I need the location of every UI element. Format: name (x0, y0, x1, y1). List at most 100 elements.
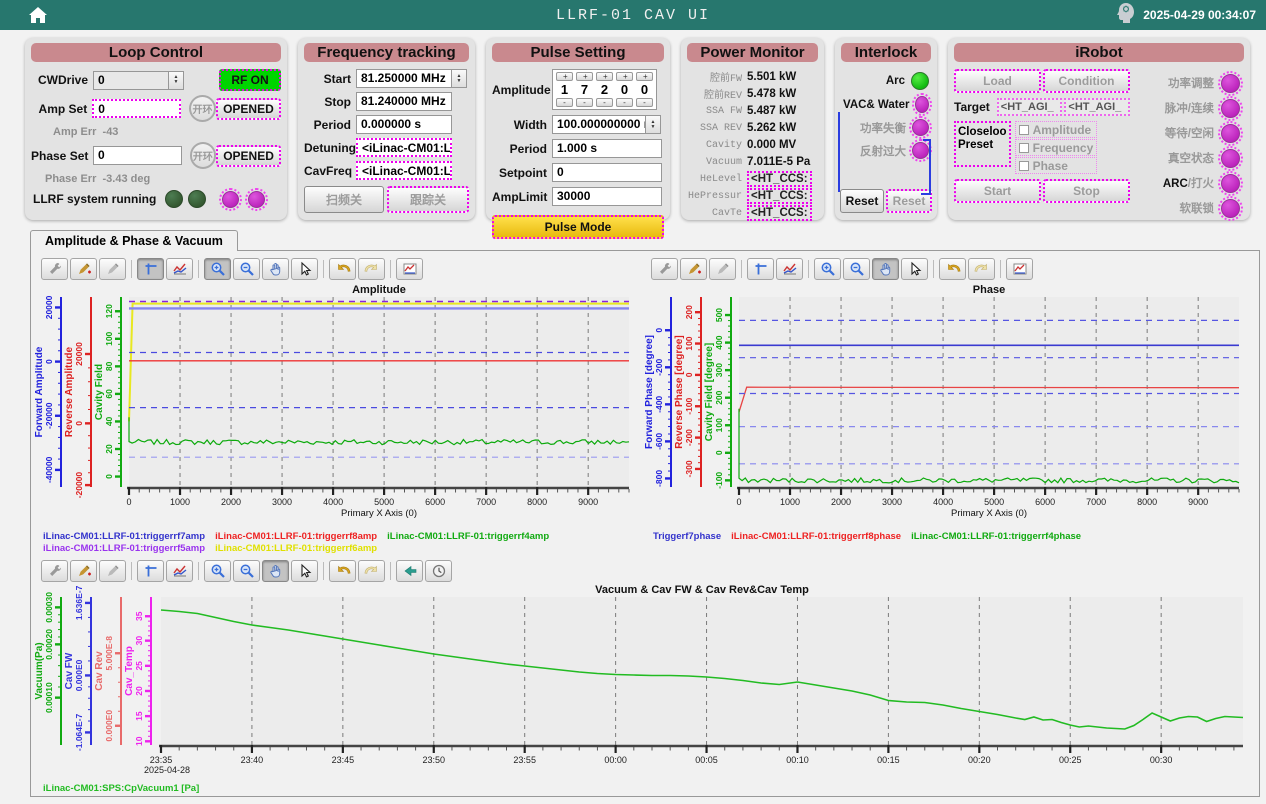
llrf-status-label: LLRF system running (31, 192, 161, 206)
undo-button[interactable] (329, 258, 356, 280)
target-field-2[interactable]: <HT_AGI_ (1064, 98, 1130, 116)
phase-opened-button[interactable]: OPENED (216, 145, 281, 167)
pan-button[interactable] (872, 258, 899, 280)
sweep-toggle-button[interactable]: 扫频关 (304, 186, 384, 213)
annotation-edit-button[interactable] (709, 258, 736, 280)
scroll-button[interactable] (396, 560, 423, 582)
spin-down-icon[interactable]: ▼ (452, 79, 466, 84)
amplitude-digit-spinner[interactable]: +1-+7-+2-+0-+0- (552, 69, 657, 110)
condition-button[interactable]: Condition (1043, 69, 1130, 93)
checkbox-row-phase[interactable]: Phase (1015, 157, 1098, 174)
phase-chart-canvas[interactable]: Forward Phase [degree]0-200-400-600-800R… (645, 283, 1247, 525)
amplitude-checkbox[interactable] (1019, 125, 1029, 135)
track-toggle-button[interactable]: 跟踪关 (387, 186, 469, 213)
digit-0-increment-button[interactable]: + (556, 72, 573, 81)
snapshot-button[interactable] (1006, 258, 1033, 280)
width-spinner[interactable]: ▲▼ (646, 115, 661, 134)
zoom-in-button[interactable] (204, 560, 231, 582)
zoom-out-button[interactable] (843, 258, 870, 280)
digit-1-decrement-button[interactable]: - (576, 98, 593, 107)
annotation-edit-button[interactable] (99, 560, 126, 582)
pointer-button[interactable] (901, 258, 928, 280)
config-button[interactable] (41, 258, 68, 280)
rf-on-button[interactable]: RF ON (219, 69, 281, 91)
svg-text:23:35: 23:35 (150, 755, 173, 765)
interlock-link-stub-bottom (921, 193, 931, 195)
zoom-in-button[interactable] (204, 258, 231, 280)
spin-down-icon[interactable]: ▼ (646, 125, 660, 130)
pointer-button[interactable] (291, 258, 318, 280)
start-spinner[interactable]: ▲▼ (452, 69, 467, 88)
detuning-field[interactable]: <iLinac-CM01:LL (356, 138, 452, 157)
axes-button[interactable] (137, 258, 164, 280)
amplitude-chart-canvas[interactable]: Forward Amplitude200000-20000-40000Rever… (35, 283, 637, 525)
pan-button[interactable] (262, 560, 289, 582)
amp-set-input[interactable]: 0 (92, 99, 181, 118)
stop-button[interactable]: Stop (1043, 179, 1130, 203)
clock-button[interactable] (425, 560, 452, 582)
redo-button[interactable] (358, 258, 385, 280)
digit-4-decrement-button[interactable]: - (636, 98, 653, 107)
target-field-1[interactable]: <HT_AGI_ (997, 98, 1063, 116)
checkbox-row-frequency[interactable]: Frequency (1015, 139, 1098, 156)
cavfreq-field[interactable]: <iLinac-CM01:LL (356, 161, 452, 180)
frequency-checkbox[interactable] (1019, 143, 1029, 153)
annotation-add-button[interactable] (70, 258, 97, 280)
period-field[interactable]: 1.000 s (552, 139, 662, 158)
stagger-button[interactable] (166, 560, 193, 582)
digit-3-increment-button[interactable]: + (616, 72, 633, 81)
width-field[interactable]: 100.000000000 m (552, 115, 646, 134)
pan-button[interactable] (262, 258, 289, 280)
axes-button[interactable] (137, 560, 164, 582)
zoom-out-button[interactable] (233, 560, 260, 582)
phase-open-loop-button[interactable]: 开环 (190, 142, 217, 169)
zoom-in-button[interactable] (814, 258, 841, 280)
pulse-mode-button[interactable]: Pulse Mode (492, 215, 664, 239)
amp-open-loop-button[interactable]: 开环 (189, 95, 216, 122)
checkbox-row-amplitude[interactable]: Amplitude (1015, 121, 1098, 138)
brain-icon[interactable] (1115, 1, 1137, 30)
svg-text:7000: 7000 (1086, 497, 1106, 507)
axes-button[interactable] (747, 258, 774, 280)
undo-button[interactable] (939, 258, 966, 280)
legend-item: iLinac-CM01:LLRF-01:triggerrf4amp (387, 531, 549, 543)
stagger-icon (782, 261, 798, 277)
digit-0-decrement-button[interactable]: - (556, 98, 573, 107)
undo-button[interactable] (329, 560, 356, 582)
start-button[interactable]: Start (954, 179, 1041, 203)
digit-1-increment-button[interactable]: + (576, 72, 593, 81)
stagger-button[interactable] (166, 258, 193, 280)
cwdrive-input[interactable]: 0 (93, 71, 169, 90)
amp-opened-button[interactable]: OPENED (216, 98, 281, 120)
irobot-led (1221, 174, 1240, 193)
config-button[interactable] (651, 258, 678, 280)
reset-button[interactable]: Reset (840, 189, 884, 213)
snapshot-button[interactable] (396, 258, 423, 280)
zoom-out-button[interactable] (233, 258, 260, 280)
start-field[interactable]: 81.250000 MHz (356, 69, 452, 88)
load-button[interactable]: Load (954, 69, 1041, 93)
digit-2-decrement-button[interactable]: - (596, 98, 613, 107)
annotation-add-button[interactable] (680, 258, 707, 280)
vacuum-chart-canvas[interactable]: Vacuum(Pa)0.000300.000200.00010Cav FW1.6… (35, 585, 1251, 777)
digit-3-decrement-button[interactable]: - (616, 98, 633, 107)
redo-button[interactable] (968, 258, 995, 280)
pointer-button[interactable] (291, 560, 318, 582)
config-button[interactable] (41, 560, 68, 582)
pan-icon (878, 261, 894, 277)
phase-set-input[interactable]: 0 (93, 146, 182, 165)
cwdrive-spinner[interactable]: ▲▼ (169, 71, 184, 90)
spin-down-icon[interactable]: ▼ (169, 80, 183, 85)
digit-4-increment-button[interactable]: + (636, 72, 653, 81)
annotation-edit-button[interactable] (99, 258, 126, 280)
tab-amplitude-phase-vacuum[interactable]: Amplitude & Phase & Vacuum (30, 230, 238, 251)
stagger-button[interactable] (776, 258, 803, 280)
phase-checkbox[interactable] (1019, 161, 1029, 171)
stop-field[interactable]: 81.240000 MHz (356, 92, 452, 111)
amplimit-field[interactable]: 30000 (552, 187, 662, 206)
setpoint-field[interactable]: 0 (552, 163, 662, 182)
annotation-add-button[interactable] (70, 560, 97, 582)
redo-button[interactable] (358, 560, 385, 582)
period-field[interactable]: 0.000000 s (356, 115, 452, 134)
digit-2-increment-button[interactable]: + (596, 72, 613, 81)
